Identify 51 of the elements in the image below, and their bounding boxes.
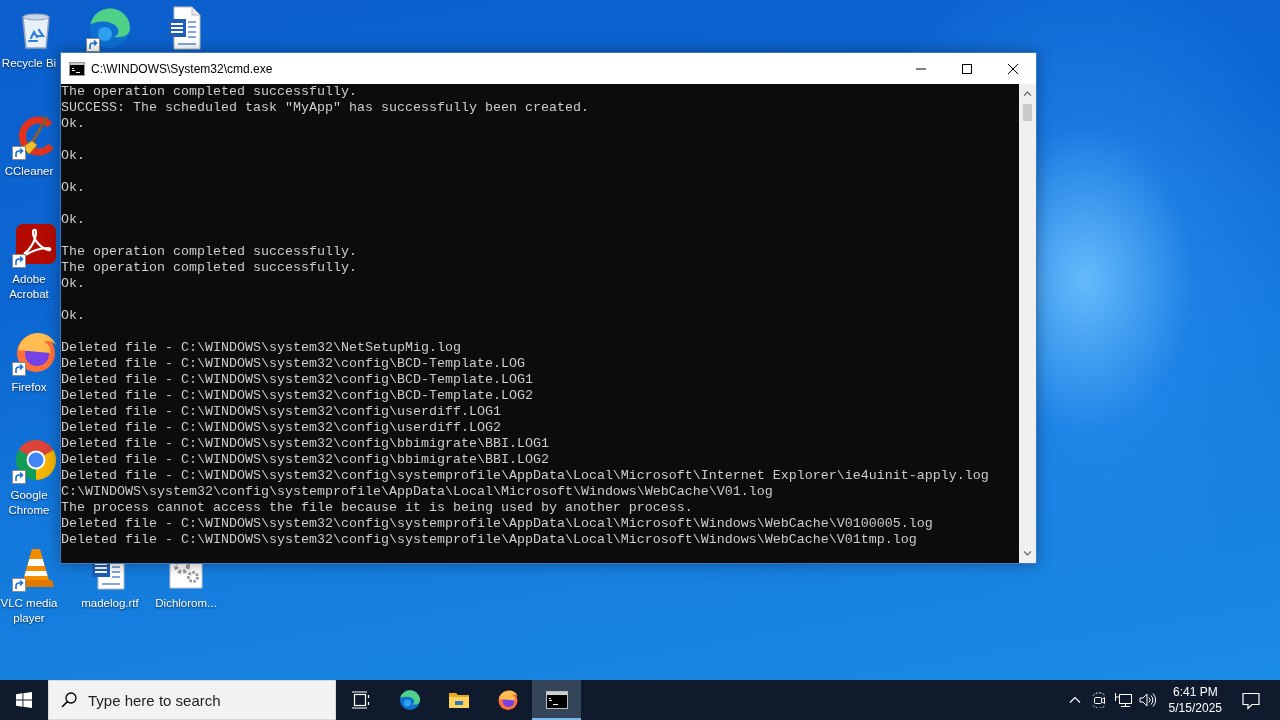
desktop-icon-label[interactable]: Dichlorom... [155, 596, 217, 611]
camera-icon[interactable] [1090, 692, 1107, 708]
console-line: The operation completed successfully. [61, 260, 357, 276]
console-line: SUCCESS: The scheduled task "MyApp" has successfully been created. [61, 100, 589, 116]
desktop-icon-label[interactable]: Firefox [11, 380, 47, 395]
desktop-icon-label[interactable]: VLC media player [0, 596, 58, 626]
desktop-icon-label[interactable]: madelog.rtf [81, 596, 139, 611]
desktop-icon-label[interactable]: Adobe Acrobat [0, 272, 58, 302]
console-line: Deleted file - C:\WINDOWS\system32\config\systemprofile\AppData\Local\Microsoft\Windows\WebCache\V0100005.log [61, 516, 933, 532]
swirl-icon [397, 688, 422, 712]
scroll-thumb[interactable] [1023, 104, 1032, 121]
console-line: Deleted file - C:\WINDOWS\system32\config\userdiff.LOG1 [61, 404, 501, 420]
desktop-icon-label[interactable]: Google Chrome [0, 488, 58, 518]
maximize-icon [962, 63, 972, 74]
console-line: The process cannot access the file because it is being used by another process. [61, 500, 693, 516]
console-line: Ok. [61, 148, 85, 164]
console-line: Deleted file - C:\WINDOWS\system32\NetSetupMig.log [61, 340, 461, 356]
console-line: Deleted file - C:\WINDOWS\system32\config\BCD-Template.LOG [61, 356, 525, 372]
console-line: Ok. [61, 212, 85, 228]
speech-bubble-icon [1241, 690, 1261, 710]
console-line: Ok. [61, 276, 85, 292]
console-icon [544, 688, 569, 712]
console-line: Deleted file - C:\WINDOWS\system32\config\userdiff.LOG2 [61, 420, 501, 436]
search-field[interactable]: Type here to search [48, 680, 336, 720]
console-line: Deleted file - C:\WINDOWS\system32\config\systemprofile\AppData\Local\Microsoft\Windows\WebCache\V01tmp.log [61, 532, 917, 548]
console-icon [69, 61, 85, 76]
console-line: Deleted file - C:\WINDOWS\system32\config\systemprofile\AppData\Local\Microsoft\Internet Explorer\ie4uinit-apply.log [61, 468, 989, 484]
scrollbar[interactable] [1019, 84, 1036, 563]
search-icon [61, 692, 77, 708]
chevron-up-icon[interactable] [1068, 694, 1081, 706]
console-line: Ok. [61, 116, 85, 132]
close-icon [1008, 63, 1018, 74]
taskbar-app-button[interactable] [532, 680, 581, 720]
console-line: C:\WINDOWS\system32\config\systemprofile\AppData\Local\Microsoft\Windows\WebCache\V01.log [61, 484, 773, 500]
console-line: Deleted file - C:\WINDOWS\system32\config\BCD-Template.LOG2 [61, 388, 533, 404]
desktop-icon-label[interactable]: Recycle Bi [1, 56, 57, 71]
desktop-icon-label[interactable]: CCleaner [4, 164, 54, 179]
console-line: Ok. [61, 308, 85, 324]
task-view-icon [350, 690, 371, 710]
console-line: Deleted file - C:\WINDOWS\system32\config\BCD-Template.LOG1 [61, 372, 533, 388]
network-icon[interactable] [1113, 691, 1132, 709]
volume-icon[interactable] [1137, 691, 1156, 709]
chevron-down-icon[interactable] [1023, 550, 1032, 557]
window-title: C:\WINDOWS\System32\cmd.exe [91, 61, 274, 76]
console-line: The operation completed successfully. [61, 84, 357, 100]
windows-logo-icon [16, 692, 32, 708]
console-line: Deleted file - C:\WINDOWS\system32\config\bbimigrate\BBI.LOG2 [61, 452, 549, 468]
console-line: Ok. [61, 180, 85, 196]
console-line: The operation completed successfully. [61, 244, 357, 260]
clock-button[interactable]: 6:41 PM 5/15/2025 [1162, 680, 1228, 720]
console-line: Deleted file - C:\WINDOWS\system32\config\bbimigrate\BBI.LOG1 [61, 436, 549, 452]
